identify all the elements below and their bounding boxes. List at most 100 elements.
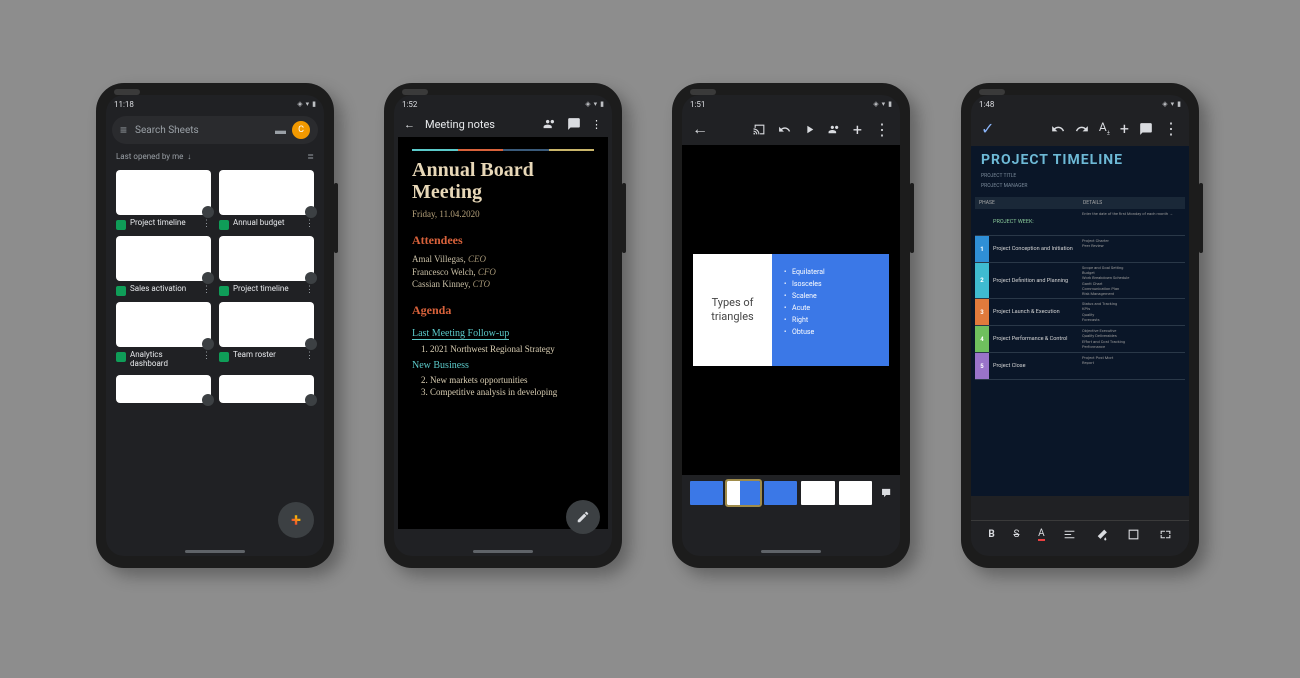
speaker-notes-icon[interactable]: [880, 486, 892, 500]
home-indicator: [473, 550, 533, 553]
file-tile[interactable]: Project timeline ⋮: [116, 170, 211, 230]
pencil-icon: [576, 510, 590, 524]
filmstrip-thumb[interactable]: [801, 481, 834, 505]
phase-details: Project CharterPeer Review: [1079, 236, 1185, 262]
done-icon[interactable]: ✓: [981, 119, 994, 138]
filmstrip-thumb[interactable]: [690, 481, 723, 505]
new-file-fab[interactable]: +: [278, 502, 314, 538]
file-more-icon[interactable]: ⋮: [202, 351, 211, 361]
cast-icon[interactable]: [753, 123, 766, 136]
file-thumbnail: [116, 236, 211, 281]
file-name: Sales activation: [130, 285, 198, 294]
phase-name: Project Conception and Initiation: [989, 236, 1079, 262]
sort-bar[interactable]: Last opened by me ↓ ≣: [106, 149, 324, 164]
back-icon[interactable]: ←: [404, 118, 415, 131]
plus-icon: +: [291, 510, 301, 531]
phone-sheets-list: 11:18 ◈▾▮ ≡ Search Sheets ▬ C Last opene…: [96, 83, 334, 568]
document-body[interactable]: Annual Board Meeting Friday, 11.04.2020 …: [398, 137, 608, 529]
back-icon[interactable]: ←: [692, 119, 708, 139]
doc-heading: Annual Board Meeting: [412, 159, 594, 203]
spreadsheet-body[interactable]: PROJECT TIMELINE PROJECT TITLEPROJECT MA…: [971, 146, 1189, 496]
more-icon[interactable]: ⋮: [1163, 119, 1179, 138]
slide-bullet-list: EquilateralIsoscelesScaleneAcuteRightObt…: [784, 268, 877, 336]
merge-button[interactable]: [1159, 528, 1172, 541]
undo-icon[interactable]: [1051, 122, 1065, 136]
share-icon[interactable]: [543, 117, 557, 131]
comment-icon[interactable]: [1139, 122, 1153, 136]
file-name: Team roster: [233, 351, 301, 360]
avatar[interactable]: C: [292, 121, 310, 139]
home-indicator: [761, 550, 821, 553]
text-color-button[interactable]: A: [1038, 528, 1045, 541]
file-tile[interactable]: [219, 375, 314, 403]
file-name: Analytics dashboard: [130, 351, 198, 369]
file-more-icon[interactable]: ⋮: [305, 351, 314, 361]
add-icon[interactable]: +: [1120, 119, 1129, 138]
file-thumbnail: [116, 170, 211, 215]
sheet-title: PROJECT TIMELINE: [975, 152, 1185, 171]
folder-icon[interactable]: ▬: [275, 124, 286, 137]
file-more-icon[interactable]: ⋮: [202, 285, 211, 295]
more-icon[interactable]: ⋮: [591, 118, 602, 131]
phase-row[interactable]: 2Project Definition and PlanningScope an…: [975, 263, 1185, 299]
file-tile[interactable]: Analytics dashboard ⋮: [116, 302, 211, 369]
fill-color-button[interactable]: [1095, 528, 1108, 541]
agenda-section-2: New Business: [412, 360, 594, 371]
project-week-row: PROJECT WEEK: Enter the date of the firs…: [975, 209, 1185, 236]
top-app-bar: ✓ A± + ⋮: [971, 111, 1189, 146]
file-more-icon[interactable]: ⋮: [305, 285, 314, 295]
file-thumbnail: [219, 170, 314, 215]
phase-name: Project Definition and Planning: [989, 263, 1079, 298]
filmstrip-thumb[interactable]: [839, 481, 872, 505]
share-icon[interactable]: [828, 123, 841, 136]
filmstrip-thumb[interactable]: [727, 481, 760, 505]
sheets-icon: [116, 352, 126, 362]
file-tile[interactable]: Sales activation ⋮: [116, 236, 211, 296]
play-icon[interactable]: [803, 123, 816, 136]
status-time: 1:48: [979, 100, 994, 109]
filmstrip-thumb[interactable]: [764, 481, 797, 505]
slide-canvas[interactable]: Types of triangles EquilateralIsoscelesS…: [682, 145, 900, 475]
file-tile[interactable]: Project timeline⋮: [219, 236, 314, 296]
sheets-icon: [219, 286, 229, 296]
file-tile[interactable]: [116, 375, 211, 403]
more-icon[interactable]: ⋮: [874, 120, 890, 139]
phase-details: Project Post MortReport: [1079, 353, 1185, 379]
add-icon[interactable]: +: [853, 120, 862, 139]
file-name: Project timeline: [130, 219, 198, 228]
phase-name: Project Launch & Execution: [989, 299, 1079, 325]
status-time: 11:18: [114, 100, 134, 109]
file-more-icon[interactable]: ⋮: [202, 219, 211, 229]
phase-row[interactable]: 3Project Launch & ExecutionStatus and Tr…: [975, 299, 1185, 326]
status-bar: 1:52 ◈▾▮: [394, 95, 612, 111]
filmstrip: [682, 475, 900, 517]
file-tile[interactable]: Team roster ⋮: [219, 302, 314, 369]
edit-fab[interactable]: [566, 500, 600, 534]
phase-row[interactable]: 1Project Conception and InitiationProjec…: [975, 236, 1185, 263]
redo-icon[interactable]: [1075, 122, 1089, 136]
attendees-list: Amal Villegas, CEOFrancesco Welch, CFOCa…: [412, 253, 594, 291]
file-tile[interactable]: Annual budget⋮: [219, 170, 314, 230]
home-indicator: [185, 550, 245, 553]
status-bar: 1:48 ◈▾▮: [971, 95, 1189, 111]
phase-name: Project Performance & Control: [989, 326, 1079, 352]
file-more-icon[interactable]: ⋮: [305, 219, 314, 229]
status-bar: 1:51 ◈▾▮: [682, 95, 900, 111]
align-button[interactable]: [1063, 528, 1076, 541]
phase-row[interactable]: 4Project Performance & ControlObjective …: [975, 326, 1185, 353]
text-format-icon[interactable]: A±: [1099, 120, 1110, 136]
agenda-heading: Agenda: [412, 303, 594, 318]
file-thumbnail: [116, 302, 211, 347]
undo-icon[interactable]: [778, 123, 791, 136]
phase-row[interactable]: 5Project CloseProject Post MortReport: [975, 353, 1185, 380]
doc-date: Friday, 11.04.2020: [412, 209, 594, 219]
sheets-icon: [219, 352, 229, 362]
menu-icon[interactable]: ≡: [120, 123, 127, 137]
search-bar[interactable]: ≡ Search Sheets ▬ C: [112, 116, 318, 144]
sheets-icon: [116, 286, 126, 296]
view-toggle-icon[interactable]: ≣: [307, 152, 314, 161]
strike-button[interactable]: S: [1013, 529, 1019, 540]
comment-icon[interactable]: [567, 117, 581, 131]
bold-button[interactable]: B: [988, 529, 994, 540]
borders-button[interactable]: [1127, 528, 1140, 541]
